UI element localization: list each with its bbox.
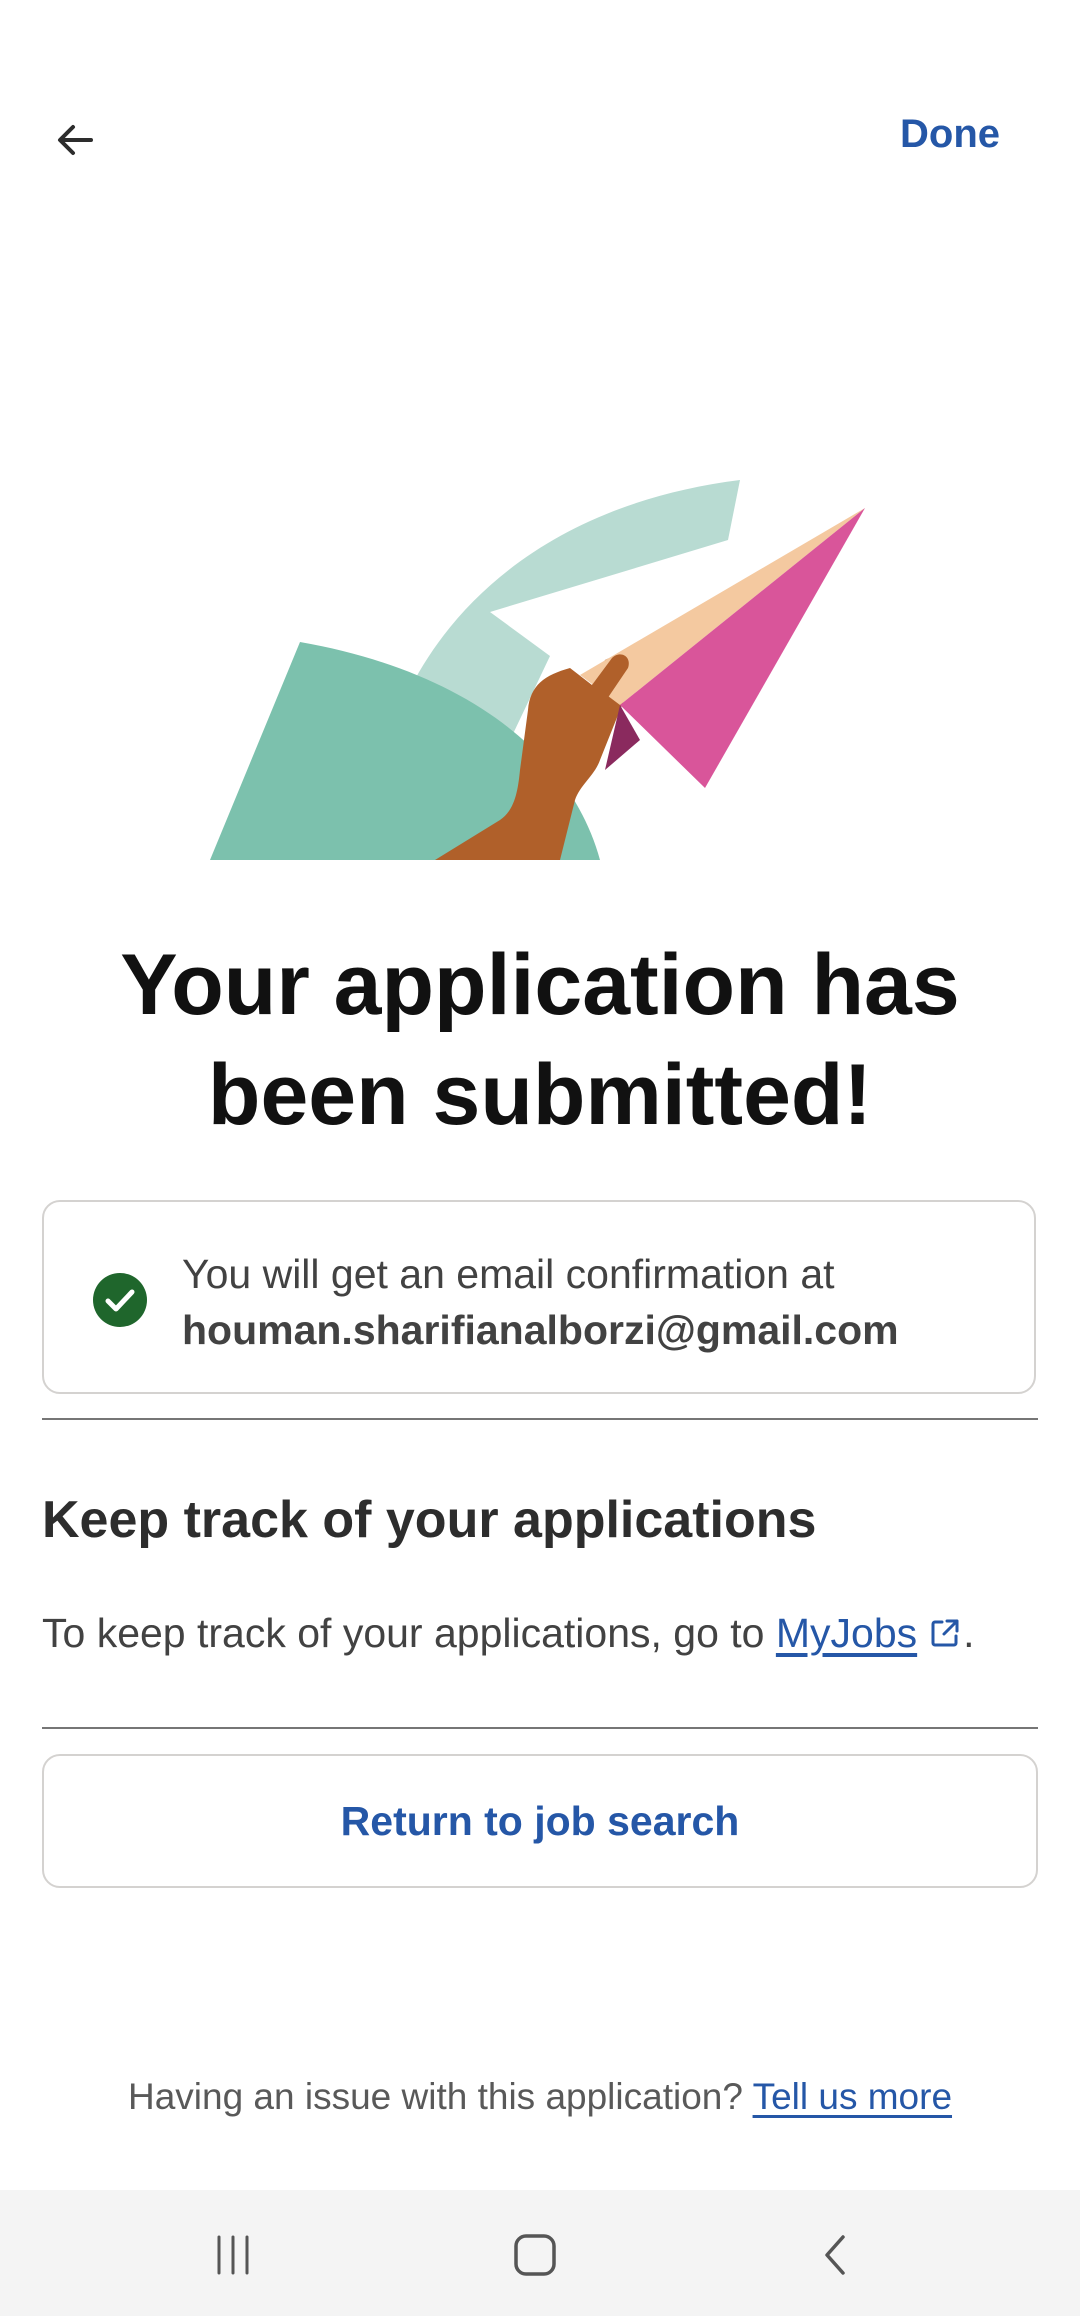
confirmation-message: You will get an email confirmation at ho… — [182, 1246, 899, 1358]
divider — [42, 1727, 1038, 1729]
check-circle-icon — [93, 1273, 147, 1327]
top-bar: Done — [0, 0, 1080, 280]
return-to-job-search-button[interactable]: Return to job search — [42, 1754, 1038, 1888]
arrow-left-icon — [58, 125, 93, 155]
external-link-icon — [931, 1619, 959, 1647]
confirmation-text: You will get an email confirmation at — [182, 1251, 835, 1297]
tracking-text: To keep track of your applications, go t… — [42, 1610, 975, 1657]
myjobs-link-label: MyJobs — [775, 1610, 918, 1656]
issue-text: Having an issue with this application? — [127, 2076, 743, 2117]
recents-icon — [217, 2235, 249, 2275]
tracking-text-suffix: . — [963, 1610, 975, 1656]
myjobs-link[interactable]: MyJobs — [776, 1610, 963, 1656]
paper-plane-illustration — [210, 480, 865, 860]
home-button[interactable] — [495, 2220, 575, 2290]
home-icon — [514, 2234, 556, 2276]
tracking-text-prefix: To keep track of your applications, go t… — [42, 1610, 765, 1656]
email-confirmation-card: You will get an email confirmation at ho… — [42, 1200, 1036, 1394]
confirmation-email: houman.sharifianalborzi@gmail.com — [182, 1307, 899, 1353]
system-back-button[interactable] — [797, 2220, 877, 2290]
system-navigation-bar — [0, 2190, 1080, 2316]
done-button[interactable]: Done — [900, 112, 1000, 157]
tracking-heading: Keep track of your applications — [42, 1491, 817, 1549]
page-title: Your application has been submitted! — [120, 937, 960, 1143]
back-button[interactable] — [40, 105, 110, 175]
tell-us-more-link[interactable]: Tell us more — [753, 2076, 952, 2117]
recents-button[interactable] — [193, 2220, 273, 2290]
chevron-left-icon — [825, 2235, 845, 2275]
issue-report-row: Having an issue with this application? T… — [0, 2076, 1080, 2118]
divider — [42, 1418, 1038, 1420]
